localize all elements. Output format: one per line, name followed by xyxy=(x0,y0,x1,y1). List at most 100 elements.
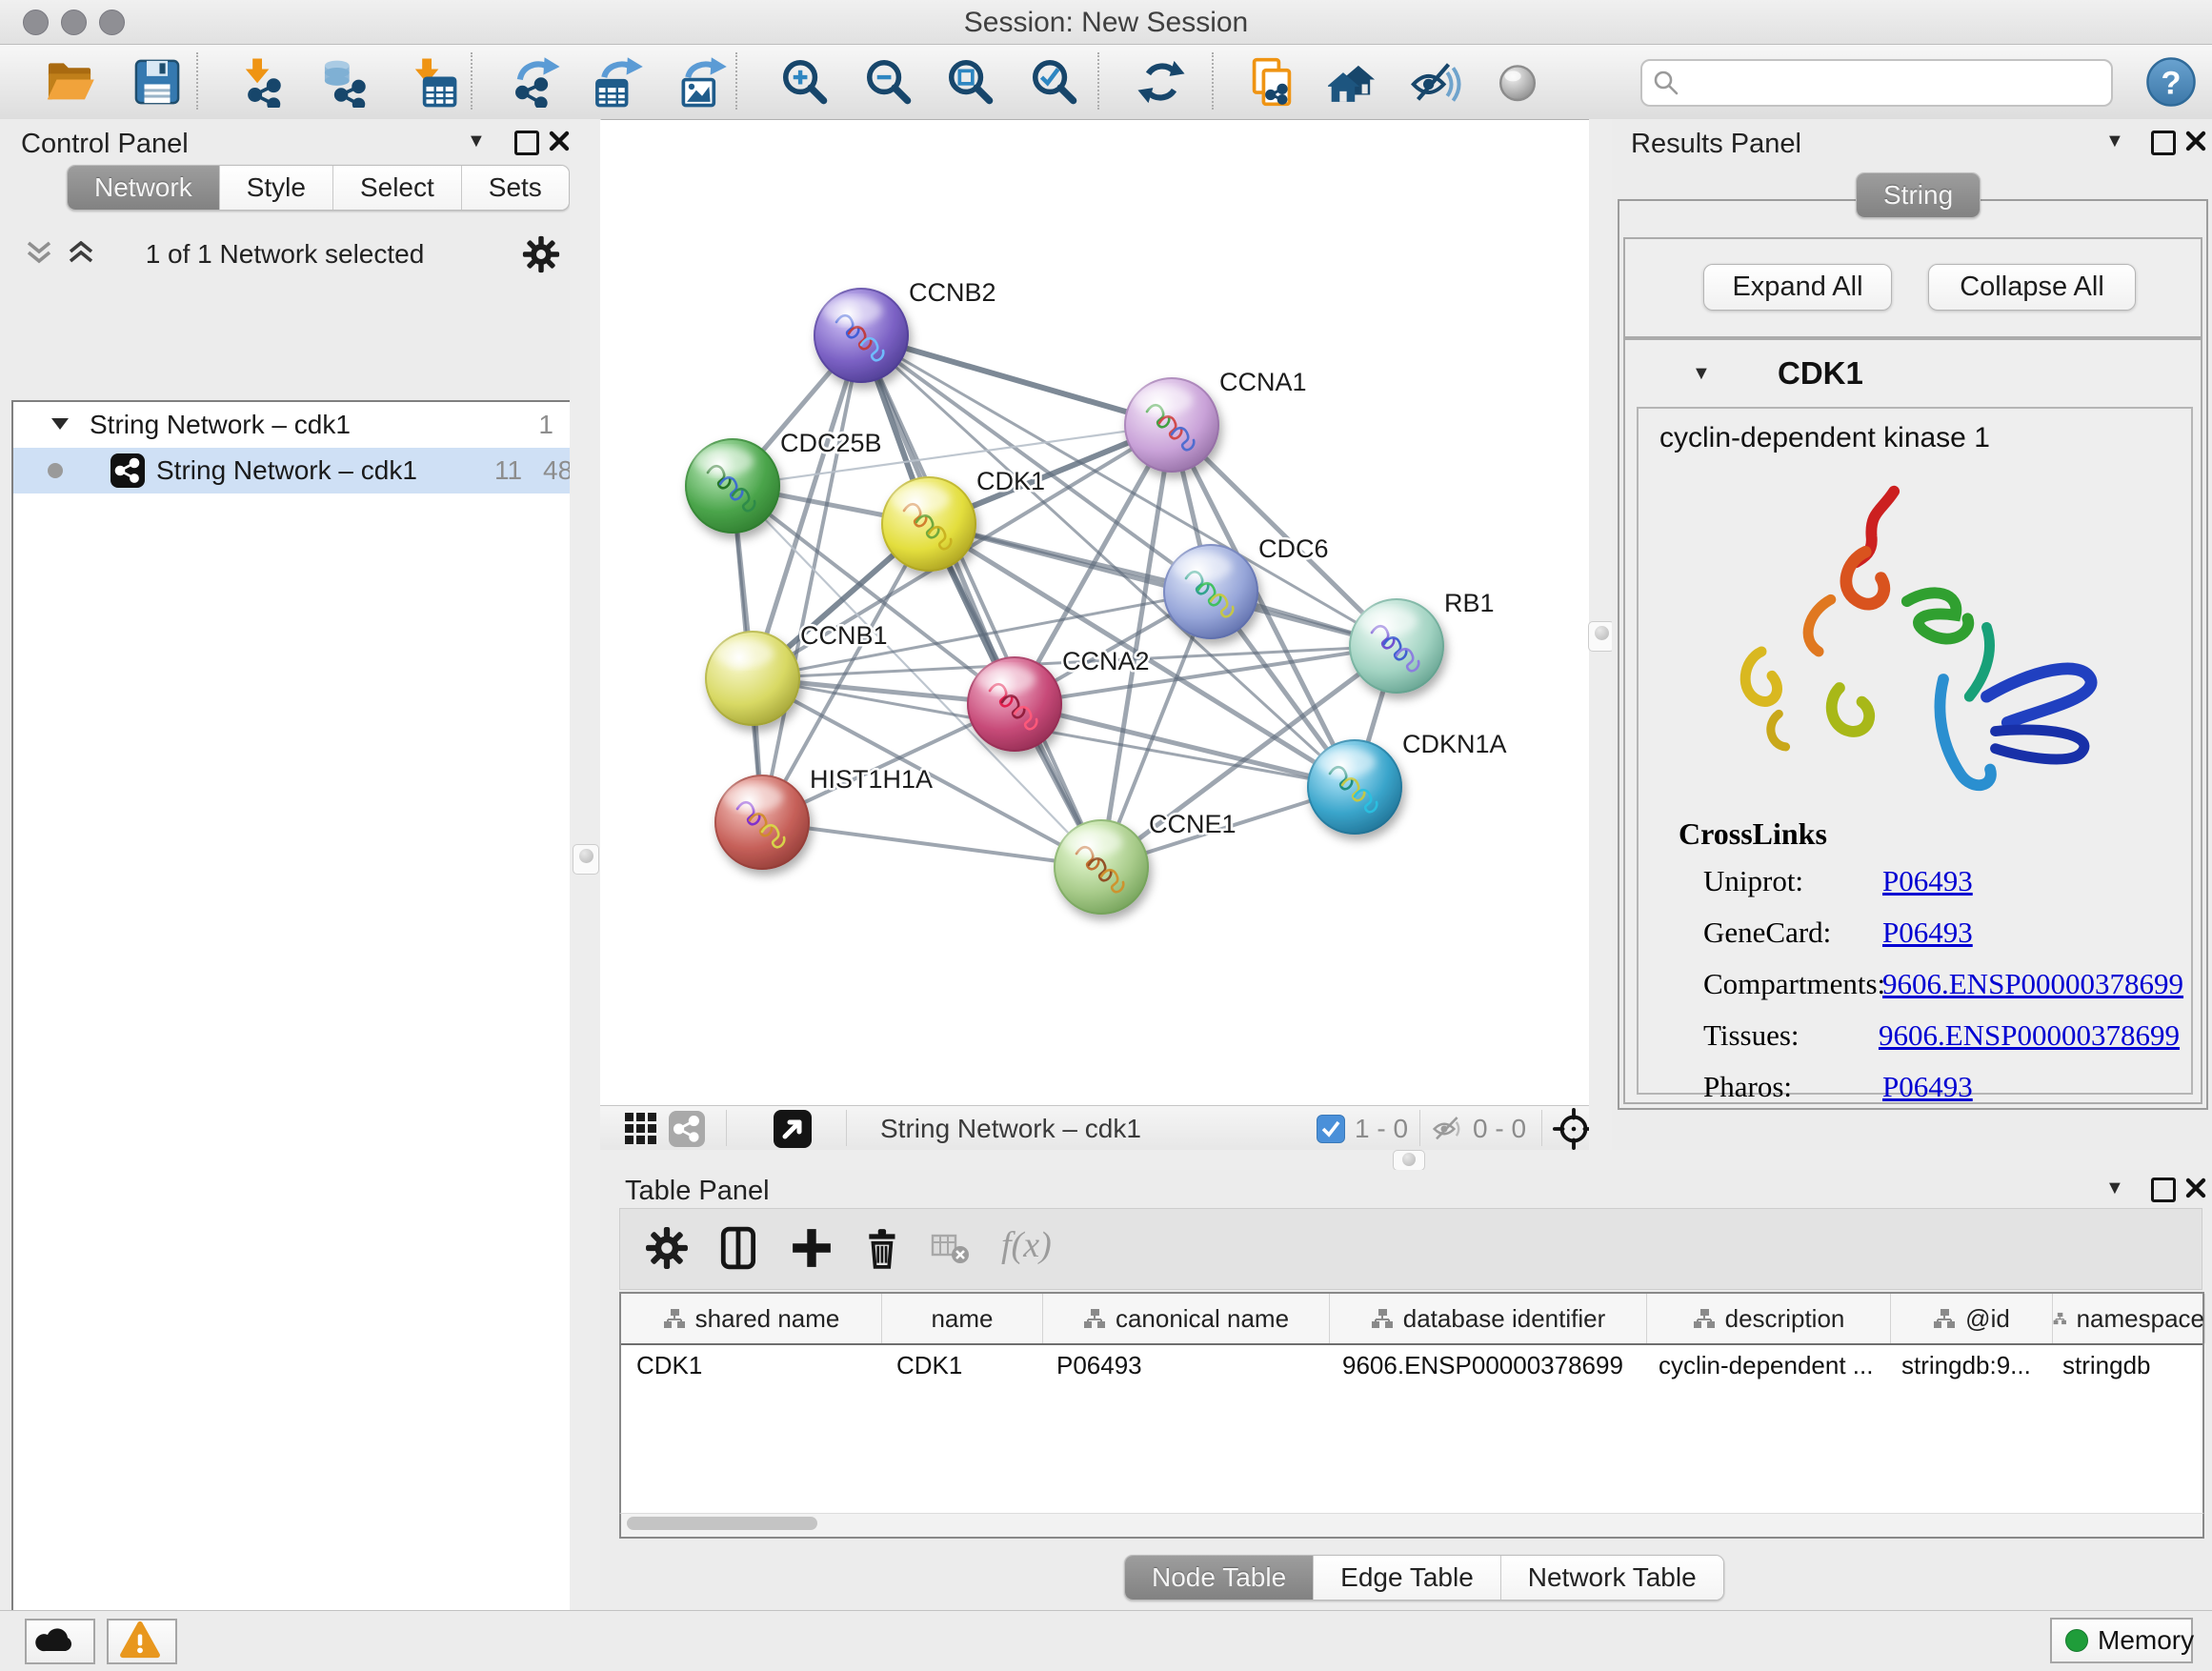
table-horizontal-scrollbar[interactable] xyxy=(619,1513,2204,1539)
left-splitter-handle[interactable] xyxy=(573,844,599,875)
right-splitter-handle[interactable] xyxy=(1588,621,1615,652)
status-bar: Memory xyxy=(0,1610,2212,1671)
save-session-button[interactable] xyxy=(131,56,183,108)
column-header-namespace[interactable]: namespace xyxy=(2053,1294,2205,1343)
control-panel-tab-bar: NetworkStyleSelectSets xyxy=(67,165,570,211)
collapse-all-button[interactable]: Collapse All xyxy=(1928,264,2136,311)
network-collection-row[interactable]: String Network – cdk1 1 xyxy=(13,402,571,448)
table-cell[interactable]: stringdb xyxy=(2047,1345,2199,1385)
column-header-database-identifier[interactable]: database identifier xyxy=(1330,1294,1647,1343)
table-cell[interactable]: stringdb:9... xyxy=(1886,1345,2047,1385)
tree-expander-icon[interactable] xyxy=(51,418,69,430)
refresh-icon xyxy=(1136,56,1187,108)
string-hide-glass-button[interactable] xyxy=(1410,56,1461,108)
tab-node-table[interactable]: Node Table xyxy=(1125,1556,1314,1600)
import-network-database-button[interactable] xyxy=(320,56,372,108)
network-canvas[interactable]: CCNB2CCNA1CDC25BCDK1CDC6RB1CCNB1CCNA2CDK… xyxy=(600,120,1589,1105)
share-view-icon[interactable] xyxy=(669,1111,705,1147)
open-session-button[interactable] xyxy=(44,56,95,108)
export-network-button[interactable] xyxy=(511,56,562,108)
tab-network-table[interactable]: Network Table xyxy=(1501,1556,1723,1600)
export-image-button[interactable] xyxy=(676,56,728,108)
tab-network[interactable]: Network xyxy=(68,166,220,210)
help-button[interactable]: ? xyxy=(2145,56,2197,108)
grid-view-icon[interactable] xyxy=(625,1113,657,1145)
import-table-button[interactable] xyxy=(406,56,457,108)
memory-button[interactable]: Memory xyxy=(2050,1618,2193,1663)
crosslink-value-link[interactable]: P06493 xyxy=(1882,916,1973,950)
selected-checkbox-icon[interactable] xyxy=(1317,1115,1345,1143)
column-header--id[interactable]: @id xyxy=(1891,1294,2053,1343)
gear-icon[interactable] xyxy=(645,1226,689,1270)
network-node-CCNB1[interactable] xyxy=(705,631,800,726)
table-cell[interactable]: CDK1 xyxy=(881,1345,1041,1385)
tab-sets[interactable]: Sets xyxy=(462,166,569,210)
zoom-selected-button[interactable] xyxy=(1029,56,1080,108)
refresh-button[interactable] xyxy=(1136,56,1187,108)
results-panel-close-icon[interactable] xyxy=(2185,131,2206,156)
network-node-CCNB2[interactable] xyxy=(814,288,909,383)
collapse-all-chevron-icon[interactable] xyxy=(25,241,53,266)
copy-network-button[interactable] xyxy=(1246,56,1297,108)
crosslink-value-link[interactable]: 9606.ENSP00000378699 xyxy=(1879,1018,2180,1053)
control-panel-close-icon[interactable] xyxy=(549,131,570,156)
network-node-CDK1[interactable] xyxy=(881,476,976,572)
search-icon xyxy=(1652,69,1680,97)
tab-edge-table[interactable]: Edge Table xyxy=(1314,1556,1501,1600)
network-node-RB1[interactable] xyxy=(1349,598,1444,694)
gear-icon[interactable] xyxy=(522,235,560,273)
table-panel-close-icon[interactable] xyxy=(2185,1178,2206,1203)
string-home-button[interactable] xyxy=(1328,56,1379,108)
network-node-CCNE1[interactable] xyxy=(1054,819,1149,915)
zoom-in-button[interactable] xyxy=(779,56,831,108)
zoom-out-button[interactable] xyxy=(863,56,915,108)
network-status-dot xyxy=(48,463,63,478)
expand-all-chevron-icon[interactable] xyxy=(67,241,95,266)
results-panel-float-icon[interactable] xyxy=(2151,131,2176,155)
add-icon[interactable] xyxy=(790,1226,834,1270)
expand-all-button[interactable]: Expand All xyxy=(1703,264,1892,311)
table-cell[interactable]: 9606.ENSP00000378699 xyxy=(1327,1345,1643,1385)
import-network-file-button[interactable] xyxy=(236,56,288,108)
show-columns-icon[interactable] xyxy=(717,1226,761,1270)
title-bar: Session: New Session xyxy=(0,0,2212,45)
network-row-selected[interactable]: String Network – cdk1 11 48 xyxy=(13,448,571,493)
column-header-canonical-name[interactable]: canonical name xyxy=(1043,1294,1330,1343)
table-cell[interactable]: CDK1 xyxy=(621,1345,881,1385)
tab-select[interactable]: Select xyxy=(333,166,462,210)
hidden-eye-icon[interactable] xyxy=(1431,1114,1465,1144)
crosslink-value-link[interactable]: 9606.ENSP00000378699 xyxy=(1882,967,2183,1001)
network-node-CDC25B[interactable] xyxy=(685,438,780,534)
network-node-CDC6[interactable] xyxy=(1163,544,1258,639)
horizontal-splitter-handle[interactable] xyxy=(1393,1150,1425,1171)
results-panel-collapse-icon[interactable]: ▼ xyxy=(2105,131,2124,152)
table-panel-collapse-icon[interactable]: ▼ xyxy=(2105,1178,2124,1199)
network-node-CCNA1[interactable] xyxy=(1124,377,1219,473)
column-header-shared-name[interactable]: shared name xyxy=(621,1294,882,1343)
entry-expander-icon[interactable]: ▼ xyxy=(1692,363,1711,385)
fit-content-button[interactable] xyxy=(945,56,996,108)
control-panel-collapse-icon[interactable]: ▼ xyxy=(467,131,486,152)
search-input[interactable] xyxy=(1640,59,2113,107)
control-panel-float-icon[interactable] xyxy=(514,131,539,155)
table-row[interactable]: CDK1CDK1P064939606.ENSP00000378699cyclin… xyxy=(621,1345,2202,1385)
crosslink-value-link[interactable]: P06493 xyxy=(1882,1070,1973,1104)
cloud-button[interactable] xyxy=(25,1619,95,1664)
network-node-CDKN1A[interactable] xyxy=(1307,739,1402,835)
scrollbar-thumb[interactable] xyxy=(627,1517,817,1530)
table-panel-float-icon[interactable] xyxy=(2151,1178,2176,1202)
network-node-CCNA2[interactable] xyxy=(967,656,1062,752)
tab-style[interactable]: Style xyxy=(220,166,333,210)
column-header-description[interactable]: description xyxy=(1647,1294,1891,1343)
export-table-button[interactable] xyxy=(593,56,644,108)
delete-icon[interactable] xyxy=(862,1226,906,1270)
table-cell[interactable]: P06493 xyxy=(1041,1345,1327,1385)
birds-eye-view-button[interactable] xyxy=(774,1110,812,1148)
string-glass-ball-button[interactable] xyxy=(1492,56,1543,108)
column-header-name[interactable]: name xyxy=(882,1294,1043,1343)
table-cell[interactable]: cyclin-dependent ... xyxy=(1643,1345,1886,1385)
network-node-HIST1H1A[interactable] xyxy=(714,775,810,870)
warnings-button[interactable] xyxy=(107,1619,177,1664)
tab-string[interactable]: String xyxy=(1857,173,1980,217)
crosslink-value-link[interactable]: P06493 xyxy=(1882,864,1973,898)
